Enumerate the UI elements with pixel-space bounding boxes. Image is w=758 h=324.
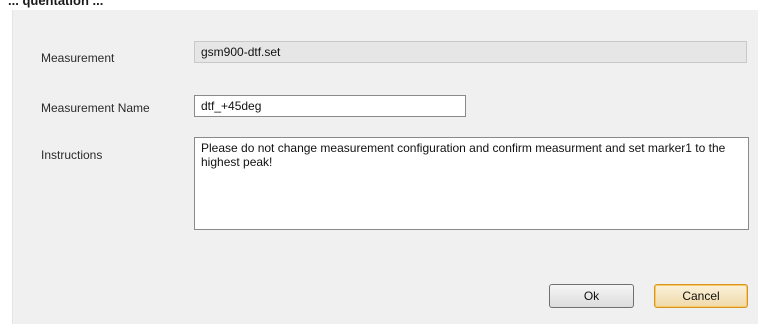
instructions-textarea[interactable]: Please do not change measurement configu… [194,137,749,230]
measurement-field [194,41,747,63]
measurement-dialog: Measurement Measurement Name Instruction… [12,10,758,324]
measurement-label: Measurement [41,51,115,65]
clipped-header-text: ... quentation ... [0,0,758,10]
cancel-button[interactable]: Cancel [654,284,748,308]
instructions-label: Instructions [41,148,103,162]
measurement-name-label: Measurement Name [41,101,150,115]
clipped-header-label: ... quentation ... [8,0,104,8]
ok-button[interactable]: Ok [549,284,634,308]
measurement-name-input[interactable] [194,95,466,117]
